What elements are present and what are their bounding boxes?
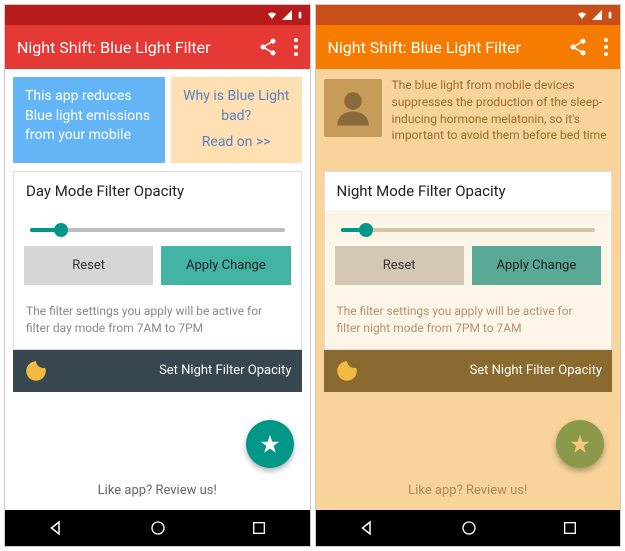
info-box-why-title: Why is Blue Light bad?: [183, 87, 290, 126]
apply-button[interactable]: Apply Change: [472, 246, 601, 285]
app-bar: Night Shift: Blue Light Filter: [5, 25, 310, 69]
home-icon[interactable]: [461, 520, 477, 536]
star-icon: [259, 433, 281, 455]
review-prompt[interactable]: Like app? Review us!: [5, 463, 310, 510]
status-bar: [316, 5, 621, 25]
info-box-reduces: This app reduces Blue light emissions fr…: [13, 77, 165, 163]
card-title: Night Mode Filter Opacity: [325, 172, 612, 210]
filter-description: The filter settings you apply will be ac…: [14, 295, 301, 349]
menu-icon[interactable]: [294, 38, 298, 56]
content-area: The blue light from mobile devices suppr…: [316, 69, 621, 510]
opacity-slider[interactable]: [341, 228, 596, 232]
battery-icon: [296, 9, 304, 21]
fab-star[interactable]: [556, 420, 604, 468]
review-prompt[interactable]: Like app? Review us!: [316, 463, 621, 510]
opacity-slider[interactable]: [30, 228, 285, 232]
set-night-row[interactable]: Set Night Filter Opacity: [324, 350, 613, 392]
battery-icon: [606, 9, 614, 21]
phone-left: Night Shift: Blue Light Filter This app …: [4, 4, 311, 547]
share-icon[interactable]: [258, 37, 278, 57]
apply-button[interactable]: Apply Change: [161, 246, 290, 285]
reset-button[interactable]: Reset: [24, 246, 153, 285]
set-night-row[interactable]: Set Night Filter Opacity: [13, 350, 302, 392]
content-area: This app reduces Blue light emissions fr…: [5, 69, 310, 510]
recent-icon[interactable]: [562, 520, 578, 536]
app-title: Night Shift: Blue Light Filter: [17, 38, 258, 57]
nav-bar: [316, 510, 621, 546]
slider-thumb[interactable]: [359, 223, 373, 237]
share-icon[interactable]: [568, 37, 588, 57]
card-title: Day Mode Filter Opacity: [14, 172, 301, 210]
signal-icon: [591, 9, 603, 21]
phone-right: Night Shift: Blue Light Filter The blue …: [315, 4, 622, 547]
app-bar: Night Shift: Blue Light Filter: [316, 25, 621, 69]
nav-bar: [5, 510, 310, 546]
avatar: [324, 79, 382, 137]
filter-description: The filter settings you apply will be ac…: [325, 295, 612, 349]
wifi-icon: [266, 9, 278, 21]
status-bar: [5, 5, 310, 25]
menu-icon[interactable]: [604, 38, 608, 56]
wifi-icon: [576, 9, 588, 21]
signal-icon: [281, 9, 293, 21]
slider-thumb[interactable]: [54, 223, 68, 237]
moon-icon: [334, 358, 360, 384]
recent-icon[interactable]: [251, 520, 267, 536]
filter-card: Day Mode Filter Opacity Reset Apply Chan…: [13, 171, 302, 350]
info-text: The blue light from mobile devices suppr…: [392, 77, 613, 163]
app-title: Night Shift: Blue Light Filter: [328, 38, 569, 57]
info-box-why[interactable]: Why is Blue Light bad? Read on >>: [171, 77, 302, 163]
set-night-label: Set Night Filter Opacity: [159, 363, 291, 378]
info-box-why-link: Read on >>: [183, 133, 290, 153]
back-icon[interactable]: [47, 519, 65, 537]
moon-icon: [23, 358, 49, 384]
fab-star[interactable]: [246, 420, 294, 468]
home-icon[interactable]: [150, 520, 166, 536]
set-night-label: Set Night Filter Opacity: [470, 363, 602, 378]
filter-card: Night Mode Filter Opacity Reset Apply Ch…: [324, 171, 613, 350]
back-icon[interactable]: [358, 519, 376, 537]
star-icon: [569, 433, 591, 455]
reset-button[interactable]: Reset: [335, 246, 464, 285]
